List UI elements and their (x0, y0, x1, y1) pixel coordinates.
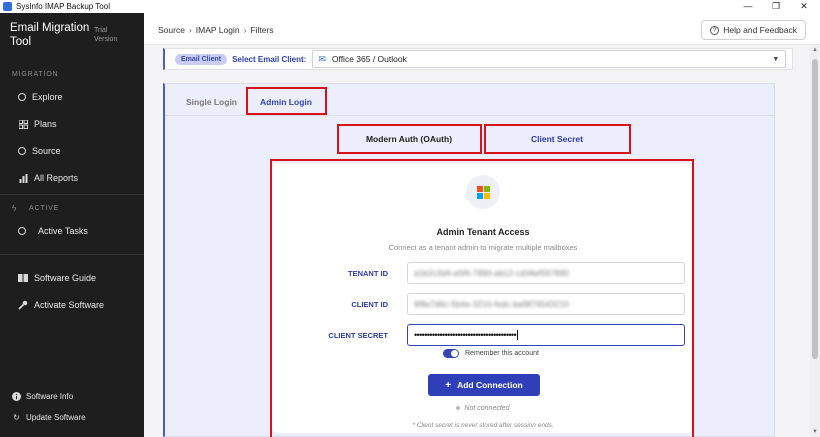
app-icon (3, 2, 12, 11)
close-button[interactable]: ✕ (790, 0, 818, 13)
maximize-button[interactable]: ❐ (762, 0, 790, 13)
highlight-box-form-card (270, 159, 694, 437)
mail-icon: ✉ (318, 53, 326, 64)
sidebar-item-label: All Reports (34, 173, 79, 183)
scroll-down-icon[interactable]: ▼ (810, 429, 820, 435)
help-feedback-label: Help and Feedback (723, 25, 797, 35)
highlight-box-client-secret (484, 124, 631, 154)
minimize-button[interactable]: — (734, 0, 762, 13)
help-icon: ? (710, 25, 720, 35)
email-client-selected: Office 365 / Outlook (331, 54, 407, 64)
software-info-label: Software Info (26, 392, 74, 401)
sidebar-item-activate-software[interactable]: Activate Software (18, 300, 104, 310)
window-title: SysInfo IMAP Backup Tool (16, 2, 110, 11)
sidebar-item-plans[interactable]: Plans (18, 119, 57, 129)
update-software-link[interactable]: ↻ Update Software (12, 413, 86, 422)
sidebar-item-source[interactable]: Source (18, 146, 61, 156)
highlight-box-admin-tab (246, 87, 327, 115)
email-client-row: Email Client Select Email Client: ✉ Offi… (163, 48, 793, 70)
select-email-client-label: Select Email Client: (232, 54, 307, 64)
bolt-icon: ϟ (12, 204, 18, 213)
sidebar-item-label: Plans (34, 119, 57, 129)
refresh-icon: ↻ (13, 413, 20, 422)
help-feedback-button[interactable]: ? Help and Feedback (701, 20, 806, 40)
sidebar-item-label: Activate Software (34, 300, 105, 310)
vertical-scrollbar[interactable]: ▲ ▼ (810, 45, 820, 437)
book-icon (18, 273, 28, 283)
bar-chart-icon (18, 173, 28, 183)
sidebar-item-label: Software Guide (34, 273, 97, 283)
main-content: Source › IMAP Login › Filters ? Help and… (144, 13, 820, 437)
update-software-label: Update Software (26, 413, 86, 422)
chevron-down-icon: ▼ (772, 55, 780, 63)
sidebar-item-software-guide[interactable]: Software Guide (18, 273, 96, 283)
sidebar-item-all-reports[interactable]: All Reports (18, 173, 78, 183)
key-icon (18, 300, 28, 310)
highlight-box-modern-auth (337, 124, 482, 154)
info-icon (12, 392, 21, 401)
breadcrumb-source[interactable]: Source (158, 25, 185, 35)
grid-icon (18, 119, 28, 129)
trial-version-tag: Trial Version (94, 27, 118, 43)
sidebar-item-explore[interactable]: Explore (18, 92, 63, 102)
window-title-bar: SysInfo IMAP Backup Tool — ❐ ✕ (0, 0, 820, 13)
section-label-active: ϟ ACTIVE (12, 204, 60, 213)
breadcrumb-separator: › (243, 25, 247, 35)
tab-single-login[interactable]: Single Login (186, 97, 237, 107)
breadcrumb-imap-login[interactable]: IMAP Login (196, 25, 240, 35)
software-info-link[interactable]: Software Info (12, 392, 73, 401)
sidebar: Email Migration Tool Trial Version MIGRA… (0, 13, 144, 437)
sidebar-divider (0, 254, 144, 255)
email-client-pill: Email Client (175, 53, 228, 65)
sidebar-item-label: Explore (32, 92, 63, 102)
breadcrumb-separator: › (188, 25, 192, 35)
scrollbar-thumb[interactable] (812, 59, 818, 359)
sidebar-item-label: Active Tasks (38, 226, 88, 236)
app-brand: Email Migration Tool (10, 22, 90, 48)
email-client-select[interactable]: ✉ Office 365 / Outlook ▼ (312, 50, 787, 68)
sidebar-item-label: Source (32, 146, 61, 156)
breadcrumb: Source › IMAP Login › Filters (158, 25, 274, 35)
source-icon (18, 147, 26, 155)
compass-icon (18, 93, 26, 101)
sidebar-item-active-tasks[interactable]: Active Tasks (18, 226, 88, 236)
clock-icon (18, 227, 26, 235)
top-bar: Source › IMAP Login › Filters ? Help and… (144, 13, 820, 45)
sidebar-divider (0, 194, 144, 195)
section-label-migration: MIGRATION (12, 71, 59, 78)
breadcrumb-filters[interactable]: Filters (250, 25, 273, 35)
scroll-up-icon[interactable]: ▲ (810, 47, 820, 53)
